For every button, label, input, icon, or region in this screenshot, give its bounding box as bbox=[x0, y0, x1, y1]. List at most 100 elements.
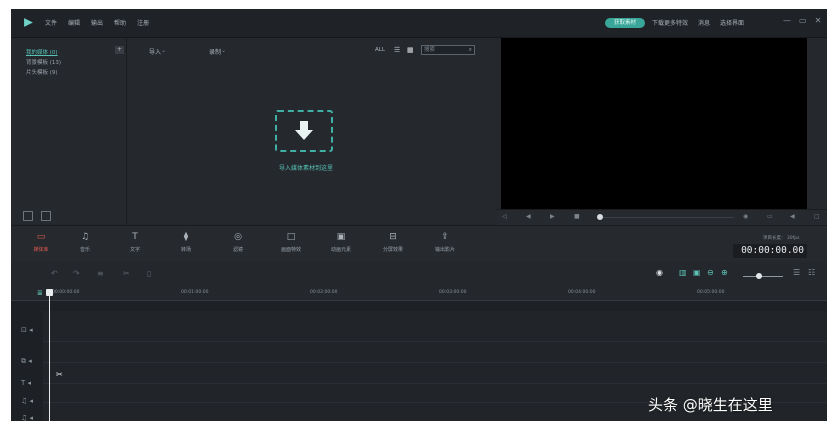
snapshot-icon[interactable]: ◉ bbox=[743, 213, 748, 220]
sidebar-item-my-media[interactable]: 我的媒体 (0) bbox=[26, 48, 58, 56]
playback-scrubber[interactable] bbox=[599, 217, 734, 218]
music-track-icon[interactable]: ♫ ◂ bbox=[21, 397, 33, 405]
download-arrow-icon bbox=[295, 121, 313, 140]
track-manager-icon[interactable]: ☰ bbox=[793, 268, 800, 277]
tab-transitions[interactable]: ⧫ 转场 bbox=[164, 232, 208, 253]
tab-split-screen[interactable]: ⊟ 分屏效果 bbox=[371, 232, 415, 253]
timeline-ruler[interactable]: ≣ 00:00:00:00 00:01:00:00 00:02:00:00 00… bbox=[11, 285, 827, 301]
minimize-icon[interactable]: — bbox=[783, 16, 791, 25]
menu-bar: 文件 编辑 输出 帮助 注册 bbox=[45, 18, 149, 27]
image-icon: ▣ bbox=[336, 232, 346, 242]
grid-view-icon[interactable]: ▦ bbox=[407, 46, 414, 54]
add-folder-button[interactable]: + bbox=[115, 46, 124, 54]
tab-filters[interactable]: ◎ 滤镜 bbox=[216, 232, 260, 253]
transition-icon: ⧫ bbox=[183, 232, 189, 242]
video-track-2-icon[interactable]: ⧉ ◂ bbox=[21, 357, 32, 366]
timeline-toolbar: ↶ ↷ ≡ ✂ ▯ ◉ ▥ ▣ ⊖ ⊕ ☰ ☷ bbox=[11, 262, 827, 285]
playhead[interactable] bbox=[49, 293, 50, 421]
search-icon[interactable]: ⌕ bbox=[469, 46, 472, 54]
volume-icon[interactable]: ◀ bbox=[790, 213, 795, 220]
text-track-icon[interactable]: T ◂ bbox=[21, 379, 31, 387]
scrubber-handle[interactable] bbox=[597, 214, 603, 220]
export-icon: ⇪ bbox=[441, 232, 449, 242]
preview-side-strip bbox=[807, 38, 827, 224]
render-icon[interactable]: ◉ bbox=[656, 268, 663, 277]
menu-export[interactable]: 输出 bbox=[91, 18, 103, 27]
search-input[interactable]: 搜索 ⌕ bbox=[421, 45, 475, 55]
fullscreen-icon[interactable]: ▭ bbox=[767, 213, 773, 220]
tab-label: 动画元素 bbox=[330, 247, 351, 253]
skip-back-icon[interactable]: ◁ bbox=[502, 213, 507, 220]
import-chevron-icon: ⌄ bbox=[161, 47, 167, 54]
split-screen-icon: ⊟ bbox=[389, 232, 397, 242]
project-length-label: 项目长度： 30fps bbox=[763, 236, 800, 241]
new-folder-icon[interactable] bbox=[23, 211, 33, 221]
cut-icon[interactable]: ✂ bbox=[123, 269, 130, 278]
audio-mix-icon[interactable]: ▥ bbox=[679, 268, 687, 277]
tab-label: 画面特效 bbox=[280, 247, 301, 253]
zoom-slider[interactable] bbox=[743, 276, 783, 277]
media-library-panel: 我的媒体 (0) 背景模板 (13) 片头模板 (9) + 导入 ⌄ 录制 ⌄ … bbox=[11, 38, 496, 224]
watermark: 头条 @晓生在这里 bbox=[648, 396, 773, 414]
delete-icon[interactable]: ▯ bbox=[147, 269, 151, 278]
library-sidebar: 我的媒体 (0) 背景模板 (13) 片头模板 (9) + bbox=[11, 38, 127, 224]
step-back-icon[interactable]: ◀ bbox=[526, 213, 531, 220]
undo-icon[interactable]: ↶ bbox=[51, 269, 58, 278]
folder-icon: ▭ bbox=[36, 232, 46, 242]
messages-link[interactable]: 消息 bbox=[698, 18, 710, 27]
music-track-2-icon[interactable]: ♫ ◂ bbox=[21, 414, 33, 421]
marker-icon[interactable]: ▣ bbox=[693, 268, 701, 277]
preview-settings-icon[interactable]: ▢ bbox=[814, 213, 820, 220]
import-drop-zone[interactable] bbox=[275, 110, 333, 152]
download-effects-link[interactable]: 下载更多特效 bbox=[652, 18, 688, 27]
tab-media-library[interactable]: ▭ 媒体库 bbox=[19, 232, 63, 253]
record-dropdown[interactable]: 录制 bbox=[209, 47, 221, 56]
zoom-slider-handle[interactable] bbox=[756, 273, 762, 279]
tab-label: 滤镜 bbox=[232, 247, 243, 253]
list-view-icon[interactable]: ☰ bbox=[394, 46, 400, 54]
video-track-2[interactable] bbox=[43, 342, 827, 363]
tab-music[interactable]: ♫ 音乐 bbox=[63, 232, 107, 253]
track-add-icon[interactable]: ≣ bbox=[37, 289, 43, 297]
playback-bar: ◁ ◀ ▶ ■ ◉ ▭ ◀ ▢ bbox=[496, 209, 827, 225]
ruler-tick: 00:00:00:00 bbox=[52, 290, 80, 295]
search-placeholder: 搜索 bbox=[424, 47, 436, 53]
delete-folder-icon[interactable] bbox=[41, 211, 51, 221]
text-icon: T bbox=[132, 232, 138, 242]
sidebar-item-intro-templates[interactable]: 片头模板 (9) bbox=[26, 68, 58, 76]
get-assets-button[interactable]: 获取素材 bbox=[605, 18, 645, 28]
zoom-out-icon[interactable]: ⊖ bbox=[707, 268, 714, 277]
sidebar-item-background-templates[interactable]: 背景模板 (13) bbox=[26, 58, 61, 66]
menu-help[interactable]: 帮助 bbox=[114, 18, 126, 27]
text-track[interactable] bbox=[43, 363, 827, 384]
layout-select-link[interactable]: 选择界面 bbox=[720, 18, 744, 27]
play-icon[interactable]: ▶ bbox=[550, 213, 555, 220]
close-icon[interactable]: ✕ bbox=[815, 16, 822, 25]
ruler-tick: 00:02:00:00 bbox=[310, 290, 338, 295]
scissors-icon[interactable]: ✂ bbox=[56, 370, 63, 379]
zoom-in-icon[interactable]: ⊕ bbox=[721, 268, 728, 277]
menu-edit[interactable]: 编辑 bbox=[68, 18, 80, 27]
maximize-icon[interactable]: ▭ bbox=[799, 16, 807, 25]
editor-window: 文件 编辑 输出 帮助 注册 获取素材 下载更多特效 消息 选择界面 — ▭ ✕… bbox=[11, 9, 827, 421]
tab-text[interactable]: T 文字 bbox=[113, 232, 157, 253]
menu-register[interactable]: 注册 bbox=[137, 18, 149, 27]
video-track-icon[interactable]: ⊡ ◂ bbox=[21, 326, 33, 334]
tab-label: 分屏效果 bbox=[382, 247, 403, 253]
tab-elements[interactable]: ▣ 动画元素 bbox=[319, 232, 363, 253]
import-dropdown[interactable]: 导入 bbox=[149, 47, 161, 56]
menu-file[interactable]: 文件 bbox=[45, 18, 57, 27]
timeline-menu-icon[interactable]: ☷ bbox=[808, 268, 815, 277]
clip-settings-icon[interactable]: ≡ bbox=[97, 269, 104, 278]
redo-icon[interactable]: ↷ bbox=[73, 269, 80, 278]
window-controls: — ▭ ✕ bbox=[783, 16, 821, 25]
tab-export[interactable]: ⇪ 输出影片 bbox=[423, 232, 467, 253]
tab-overlays[interactable]: □ 画面特效 bbox=[269, 232, 313, 253]
stop-icon[interactable]: ■ bbox=[574, 213, 580, 220]
view-all-toggle[interactable]: ALL bbox=[375, 47, 385, 53]
tab-label: 文字 bbox=[129, 247, 140, 253]
timecode-display: 00:00:00.00 bbox=[733, 244, 807, 258]
video-track-1[interactable] bbox=[43, 311, 827, 342]
title-bar: 文件 编辑 输出 帮助 注册 获取素材 下载更多特效 消息 选择界面 — ▭ ✕ bbox=[11, 9, 827, 38]
top-links: 下载更多特效 消息 选择界面 bbox=[652, 18, 744, 27]
